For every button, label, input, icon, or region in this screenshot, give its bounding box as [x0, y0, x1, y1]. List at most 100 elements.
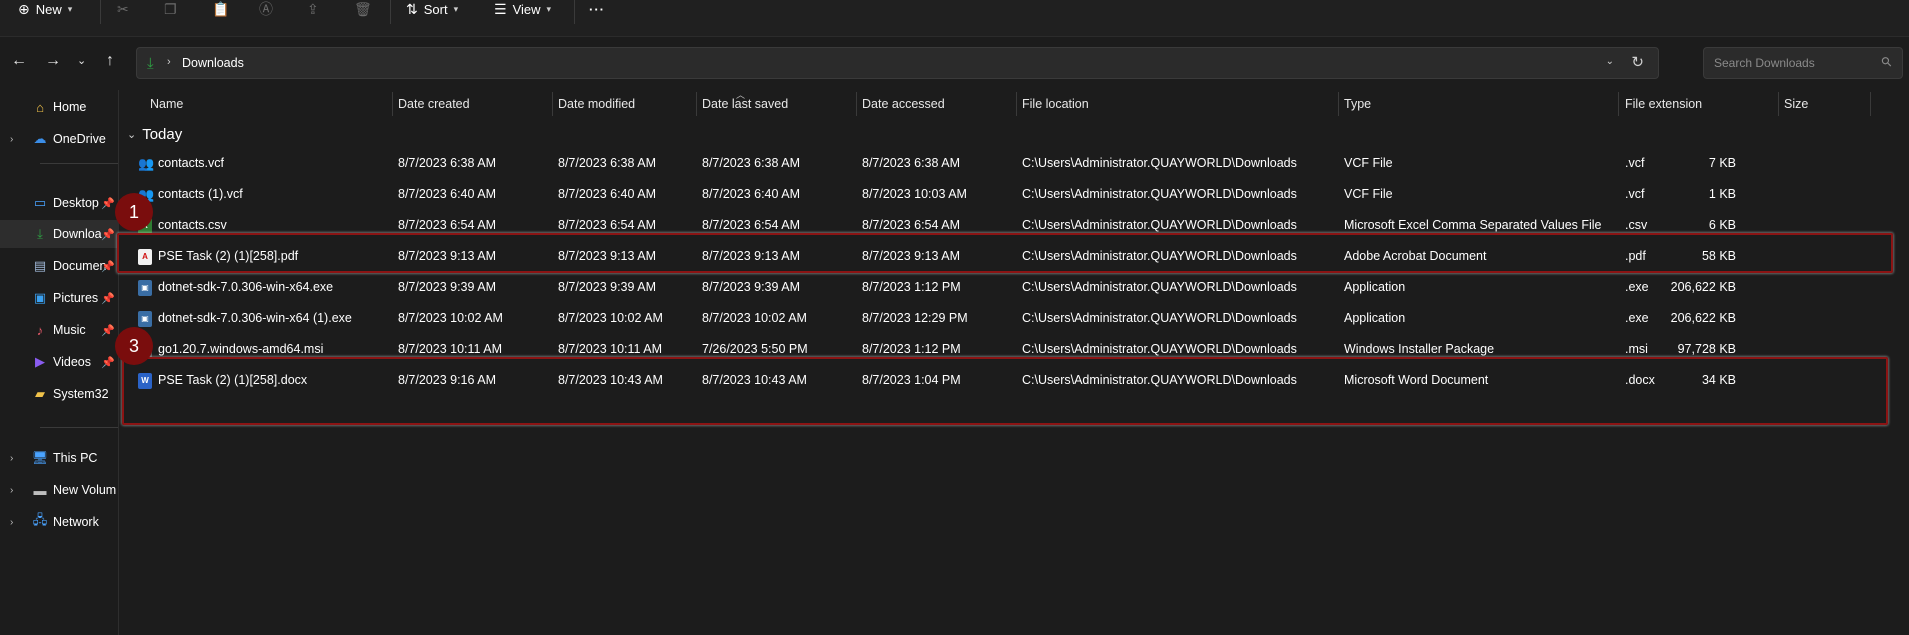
file-name[interactable]: dotnet-sdk-7.0.306-win-x64 (1).exe	[158, 311, 352, 325]
up-arrow-icon[interactable]: ↑	[106, 52, 114, 70]
date-modified: 8/7/2023 10:11 AM	[558, 342, 663, 356]
column-resizer[interactable]	[552, 92, 553, 116]
file-name[interactable]: go1.20.7.windows-amd64.msi	[158, 342, 323, 356]
column-resizer[interactable]	[696, 92, 697, 116]
file-location: C:\Users\Administrator.QUAYWORLD\Downloa…	[1022, 156, 1297, 170]
music-icon: ♪	[36, 322, 44, 338]
sidebar-divider	[40, 163, 118, 164]
sidebar-item-videos[interactable]: ▶ Videos 📌	[0, 348, 118, 376]
column-resizer[interactable]	[1870, 92, 1871, 116]
address-bar[interactable]: ⤓ › Downloads ⌄ ↻	[136, 47, 1659, 79]
recent-chevron-icon[interactable]: ⌄	[77, 52, 86, 70]
file-extension: .exe	[1625, 280, 1649, 294]
file-name[interactable]: contacts.csv	[158, 218, 227, 232]
file-name[interactable]: contacts (1).vcf	[158, 187, 243, 201]
sidebar-item-label: Network	[53, 515, 99, 529]
download-folder-icon: ⤓	[147, 55, 154, 72]
expand-chevron-icon[interactable]: ›	[10, 517, 13, 528]
cut-icon[interactable]: ✂	[117, 0, 129, 18]
table-row[interactable]: 👥 contacts (1).vcf 8/7/2023 6:40 AM 8/7/…	[118, 179, 1909, 210]
annotation-highlight-box	[117, 233, 1893, 273]
column-header-date-accessed[interactable]: Date accessed	[862, 97, 945, 111]
group-header-today[interactable]: ⌄ Today	[127, 126, 182, 143]
sidebar-item-music[interactable]: ♪ Music 📌	[0, 316, 118, 344]
sort-icon: ⇅	[406, 1, 418, 17]
new-button[interactable]: ⊕ New ▾	[18, 0, 72, 18]
pin-icon: 📌	[101, 197, 115, 210]
breadcrumb-downloads[interactable]: Downloads	[182, 56, 244, 70]
column-header-file-location[interactable]: File location	[1022, 97, 1089, 111]
column-header-file-extension[interactable]: File extension	[1625, 97, 1702, 111]
home-icon: ⌂	[36, 99, 44, 115]
date-last-saved: 7/26/2023 5:50 PM	[702, 342, 808, 356]
column-resizer[interactable]	[1778, 92, 1779, 116]
column-resizer[interactable]	[1618, 92, 1619, 116]
file-name[interactable]: dotnet-sdk-7.0.306-win-x64.exe	[158, 280, 333, 294]
column-header-date-last-saved[interactable]: Date last saved	[702, 97, 788, 111]
view-label: View	[512, 1, 541, 17]
sidebar-item-label: Music	[53, 323, 86, 337]
table-row[interactable]: 👥 contacts.vcf 8/7/2023 6:38 AM 8/7/2023…	[118, 148, 1909, 179]
column-header-date-created[interactable]: Date created	[398, 97, 470, 111]
pictures-icon: ▣	[33, 290, 47, 305]
file-type: Microsoft Excel Comma Separated Values F…	[1344, 218, 1602, 232]
file-name[interactable]: contacts.vcf	[158, 156, 224, 170]
sidebar-item-home[interactable]: ⌂ Home	[0, 93, 118, 121]
address-dropdown-icon[interactable]: ⌄	[1606, 56, 1614, 67]
annotation-badge: 3	[115, 327, 153, 365]
date-accessed: 8/7/2023 10:03 AM	[862, 187, 967, 201]
expand-chevron-icon[interactable]: ›	[10, 453, 13, 464]
column-header-size[interactable]: Size	[1784, 97, 1808, 111]
back-arrow-icon[interactable]: ←	[11, 52, 27, 70]
sort-label: Sort	[423, 1, 448, 17]
refresh-icon[interactable]: ↻	[1631, 53, 1644, 71]
sidebar-item-system32[interactable]: ▰ System32	[0, 380, 118, 408]
delete-icon[interactable]: 🗑	[354, 0, 372, 18]
sort-button[interactable]: ⇅ Sort ▾	[406, 0, 458, 18]
sidebar-item-new-volume[interactable]: › ▬ New Volum	[0, 476, 118, 504]
column-resizer[interactable]	[1338, 92, 1339, 116]
annotation-badge: 1	[115, 193, 153, 231]
paste-icon[interactable]: 📋	[212, 0, 229, 18]
column-resizer[interactable]	[392, 92, 393, 116]
sidebar-item-label: Downloa	[53, 227, 102, 241]
search-box[interactable]: ⚲	[1703, 47, 1903, 79]
column-header-name[interactable]: Name	[150, 97, 183, 111]
expand-chevron-icon[interactable]: ›	[10, 485, 13, 496]
forward-arrow-icon[interactable]: →	[45, 52, 61, 70]
file-type: VCF File	[1344, 187, 1393, 201]
file-type: VCF File	[1344, 156, 1393, 170]
column-resizer[interactable]	[856, 92, 857, 116]
copy-icon[interactable]: ❐	[164, 0, 177, 18]
date-modified: 8/7/2023 10:02 AM	[558, 311, 663, 325]
date-accessed: 8/7/2023 1:12 PM	[862, 280, 961, 294]
table-row[interactable]: ▣ dotnet-sdk-7.0.306-win-x64 (1).exe 8/7…	[118, 303, 1909, 334]
sidebar-item-this-pc[interactable]: › 🖥 This PC	[0, 444, 118, 472]
column-resizer[interactable]	[1016, 92, 1017, 116]
drive-icon: ▬	[33, 482, 47, 498]
sidebar-divider	[40, 427, 118, 428]
collapse-chevron-icon: ⌄	[127, 129, 137, 141]
column-header-type[interactable]: Type	[1344, 97, 1371, 111]
expand-chevron-icon[interactable]: ›	[10, 134, 13, 145]
group-label: Today	[142, 126, 183, 143]
date-created: 8/7/2023 6:38 AM	[398, 156, 496, 170]
more-options-button[interactable]: ···	[589, 0, 605, 18]
search-input[interactable]	[1712, 55, 1876, 71]
file-size: 97,728 KB	[1677, 342, 1736, 356]
share-icon[interactable]: ⇪	[307, 0, 319, 18]
file-size: 206,622 KB	[1670, 280, 1736, 294]
file-location: C:\Users\Administrator.QUAYWORLD\Downloa…	[1022, 280, 1297, 294]
table-row[interactable]: ▣ dotnet-sdk-7.0.306-win-x64.exe 8/7/202…	[118, 272, 1909, 303]
rename-icon[interactable]: Ⓐ	[259, 0, 273, 18]
pin-icon: 📌	[101, 228, 115, 241]
sidebar-item-documents[interactable]: ▤ Documen 📌	[0, 252, 118, 280]
view-button[interactable]: ☰ View ▾	[494, 0, 551, 18]
sidebar-item-desktop[interactable]: ▭ Desktop 📌	[0, 189, 118, 217]
sidebar-item-downloads[interactable]: ⤓ Downloa 📌	[0, 220, 118, 248]
sidebar-item-pictures[interactable]: ▣ Pictures 📌	[0, 284, 118, 312]
sidebar-item-network[interactable]: › 🖧 Network	[0, 508, 118, 536]
column-header-date-modified[interactable]: Date modified	[558, 97, 635, 111]
sidebar-item-onedrive[interactable]: › ☁ OneDrive	[0, 125, 118, 153]
sidebar-item-label: Videos	[53, 355, 91, 369]
